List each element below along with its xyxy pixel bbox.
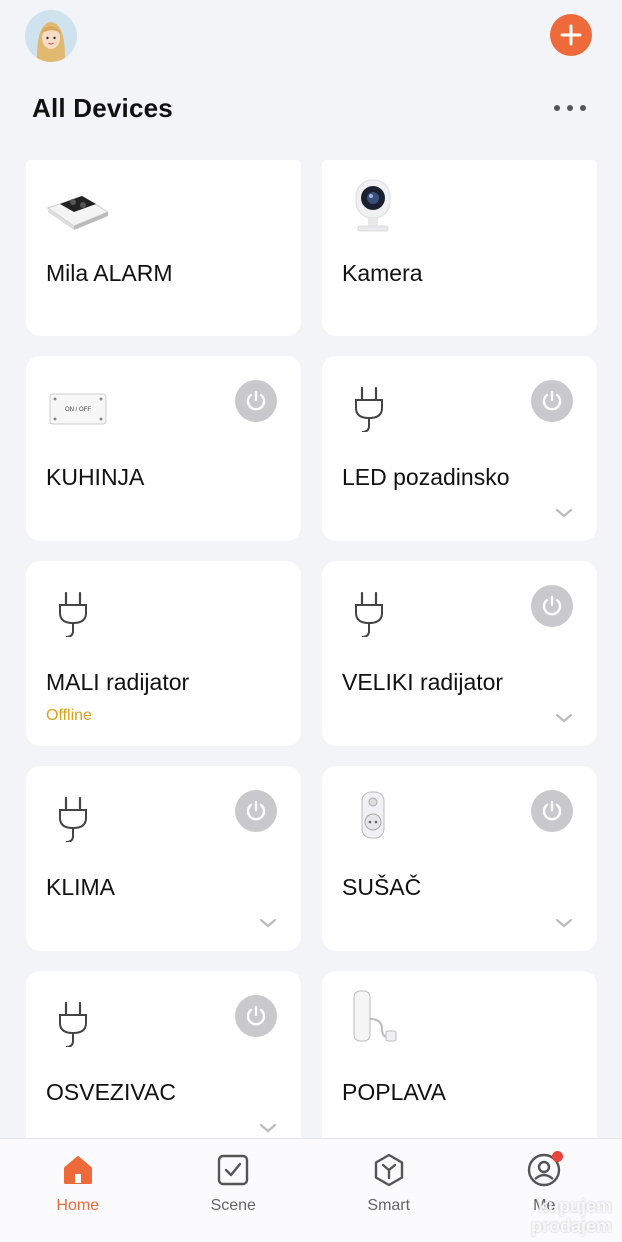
- more-horizontal-icon: [554, 105, 560, 111]
- user-avatar-icon: [25, 10, 77, 62]
- power-button[interactable]: [531, 790, 573, 832]
- device-grid: Mila ALARM Kamera ON / OFF KUHINJA LED p…: [26, 160, 597, 1156]
- device-card-susac[interactable]: SUŠAČ: [322, 766, 597, 951]
- device-card-kamera[interactable]: Kamera: [322, 160, 597, 336]
- power-button[interactable]: [531, 380, 573, 422]
- tab-home[interactable]: Home: [0, 1139, 156, 1242]
- power-button[interactable]: [235, 790, 277, 832]
- power-button[interactable]: [235, 380, 277, 422]
- add-device-button[interactable]: [550, 14, 592, 56]
- device-card-mila-alarm[interactable]: Mila ALARM: [26, 160, 301, 336]
- power-icon: [542, 595, 562, 616]
- device-name: KLIMA: [46, 874, 116, 900]
- device-card-mali-radijator[interactable]: MALI radijator Offline: [26, 561, 301, 746]
- top-bar: All Devices: [0, 0, 622, 160]
- smart-socket-icon: [361, 791, 385, 839]
- camera-icon: [355, 179, 391, 232]
- chevron-down-icon[interactable]: [259, 917, 277, 929]
- svg-text:ON / OFF: ON / OFF: [65, 407, 91, 413]
- smart-cube-icon: [372, 1153, 406, 1187]
- plug-icon: [355, 386, 383, 432]
- power-icon: [542, 800, 562, 821]
- more-dot: [567, 105, 573, 111]
- tab-label: Scene: [210, 1197, 256, 1214]
- tab-smart[interactable]: Smart: [311, 1139, 467, 1242]
- power-icon: [246, 800, 266, 821]
- plus-icon: [560, 24, 582, 46]
- device-name: VELIKI radijator: [342, 669, 504, 695]
- device-card-led-pozadinsko[interactable]: LED pozadinsko: [322, 356, 597, 541]
- power-icon: [542, 390, 562, 411]
- device-card-poplava[interactable]: POPLAVA: [322, 971, 597, 1156]
- device-card-osvezivac[interactable]: OSVEZIVAC: [26, 971, 301, 1156]
- watermark-line1: kupujem: [537, 1196, 612, 1216]
- avatar[interactable]: [25, 10, 77, 62]
- bottom-tab-bar: Home Scene Smart Me kupujem prodajem: [0, 1138, 622, 1242]
- device-name: OSVEZIVAC: [46, 1079, 176, 1105]
- power-icon: [246, 1005, 266, 1026]
- device-name: LED pozadinsko: [342, 464, 510, 490]
- plug-icon: [59, 796, 87, 842]
- device-name: Mila ALARM: [46, 260, 173, 286]
- page-title: All Devices: [32, 93, 173, 123]
- tab-label: Home: [56, 1197, 100, 1214]
- home-icon: [61, 1153, 95, 1187]
- watermark: kupujem prodajem: [531, 1196, 612, 1236]
- device-card-kuhinja[interactable]: ON / OFF KUHINJA: [26, 356, 301, 541]
- plug-icon: [59, 591, 87, 637]
- device-name: KUHINJA: [46, 464, 145, 490]
- power-icon: [246, 390, 266, 411]
- power-button[interactable]: [235, 995, 277, 1037]
- tab-label: Smart: [367, 1197, 411, 1214]
- power-button[interactable]: [531, 585, 573, 627]
- notification-badge: [552, 1151, 564, 1162]
- device-name: Kamera: [342, 260, 423, 286]
- watermark-line2: prodajem: [530, 1216, 612, 1236]
- tab-scene[interactable]: Scene: [156, 1139, 312, 1242]
- device-card-klima[interactable]: KLIMA: [26, 766, 301, 951]
- checkbox-icon: [216, 1153, 250, 1187]
- device-name: SUŠAČ: [342, 874, 422, 900]
- device-card-veliki-radijator[interactable]: VELIKI radijator: [322, 561, 597, 746]
- chevron-down-icon[interactable]: [555, 507, 573, 519]
- chevron-down-icon[interactable]: [555, 917, 573, 929]
- plug-icon: [59, 1001, 87, 1047]
- switch-icon: ON / OFF: [49, 393, 107, 425]
- alarm-hub-icon: [46, 195, 110, 230]
- device-name: POPLAVA: [342, 1079, 446, 1105]
- plug-icon: [355, 591, 383, 637]
- more-options-button[interactable]: [554, 98, 586, 118]
- profile-icon: [527, 1151, 564, 1187]
- more-dot: [580, 105, 586, 111]
- water-sensor-icon: [353, 990, 397, 1042]
- status-offline: Offline: [46, 707, 92, 724]
- chevron-down-icon[interactable]: [555, 712, 573, 724]
- chevron-down-icon[interactable]: [259, 1122, 277, 1134]
- device-name: MALI radijator: [46, 669, 190, 695]
